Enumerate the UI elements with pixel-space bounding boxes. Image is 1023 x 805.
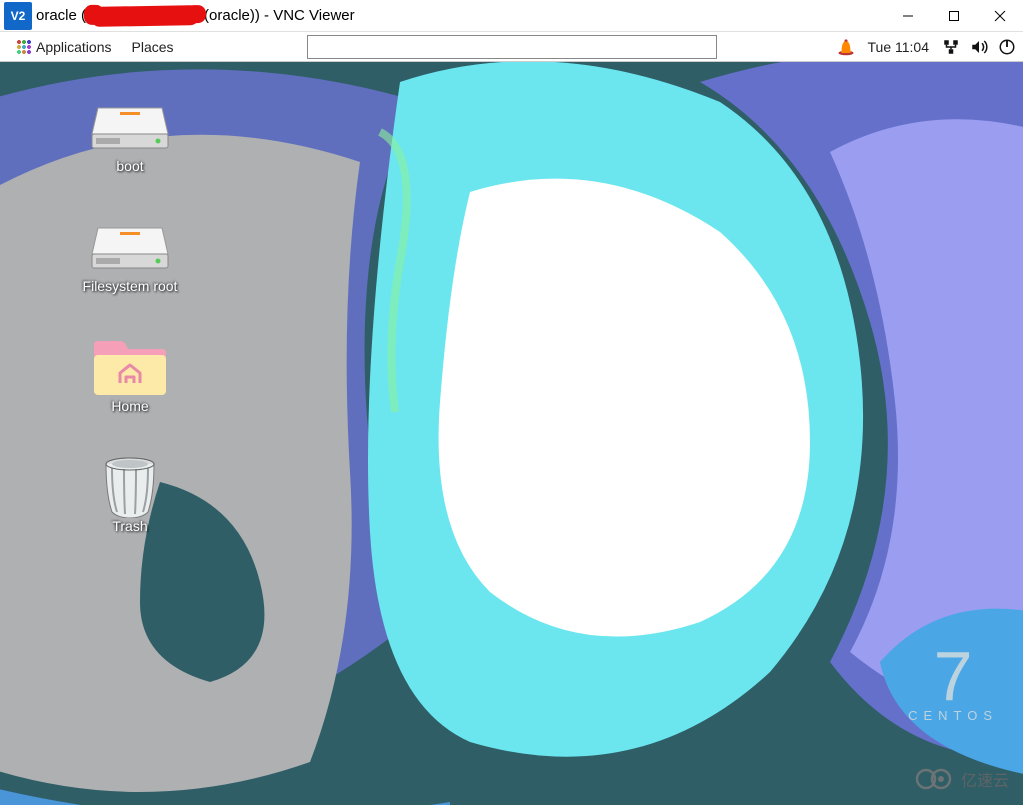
watermark-logo-icon	[915, 767, 955, 791]
desktop[interactable]: boot Filesystem root	[0, 62, 1023, 805]
minimize-button[interactable]	[885, 0, 931, 32]
desktop-icons-column: boot Filesystem root	[60, 102, 200, 534]
drive-icon	[90, 222, 170, 272]
vnc-logo-icon: V2	[4, 2, 32, 30]
desktop-icon-filesystem-root[interactable]: Filesystem root	[60, 222, 200, 294]
gnome-top-bar: Applications Places Tue 11:04	[0, 32, 1023, 62]
power-icon[interactable]	[997, 37, 1017, 57]
title-suffix: (oracle)) - VNC Viewer	[204, 7, 355, 24]
centos-version: 7	[908, 645, 998, 708]
desktop-icon-label: Trash	[112, 518, 147, 534]
desktop-icon-boot[interactable]: boot	[60, 102, 200, 174]
close-button[interactable]	[977, 0, 1023, 32]
window-titlebar: V2 oracle ( (oracle)) - VNC Viewer	[0, 0, 1023, 32]
desktop-icon-home[interactable]: Home	[60, 342, 200, 414]
drive-icon	[90, 102, 170, 152]
watermark: 亿速云	[915, 767, 1009, 791]
centos-branding: 7 CENTOS	[908, 645, 998, 723]
desktop-icon-label: boot	[116, 158, 143, 174]
desktop-icon-trash[interactable]: Trash	[60, 462, 200, 534]
desktop-icon-label: Filesystem root	[83, 278, 178, 294]
alert-icon[interactable]	[836, 37, 856, 57]
watermark-text: 亿速云	[961, 767, 1009, 791]
applications-label: Applications	[36, 39, 112, 55]
gnome-tray: Tue 11:04	[836, 37, 1018, 57]
volume-icon[interactable]	[969, 37, 989, 57]
places-label: Places	[132, 39, 174, 55]
clock[interactable]: Tue 11:04	[864, 39, 934, 55]
trash-icon	[90, 462, 170, 512]
maximize-button[interactable]	[931, 0, 977, 32]
desktop-icon-label: Home	[111, 398, 148, 414]
home-folder-icon	[90, 342, 170, 392]
applications-menu[interactable]: Applications	[6, 39, 122, 55]
center-panel-field[interactable]	[307, 35, 717, 59]
title-prefix: oracle (	[36, 7, 86, 24]
window-controls	[885, 0, 1023, 32]
places-menu[interactable]: Places	[122, 39, 184, 55]
clock-text: Tue 11:04	[868, 39, 930, 55]
applications-icon	[16, 39, 32, 55]
redacted-hostname	[90, 5, 200, 27]
network-icon[interactable]	[941, 37, 961, 57]
centos-name: CENTOS	[908, 708, 998, 723]
window-title: oracle ( (oracle)) - VNC Viewer	[36, 6, 355, 26]
